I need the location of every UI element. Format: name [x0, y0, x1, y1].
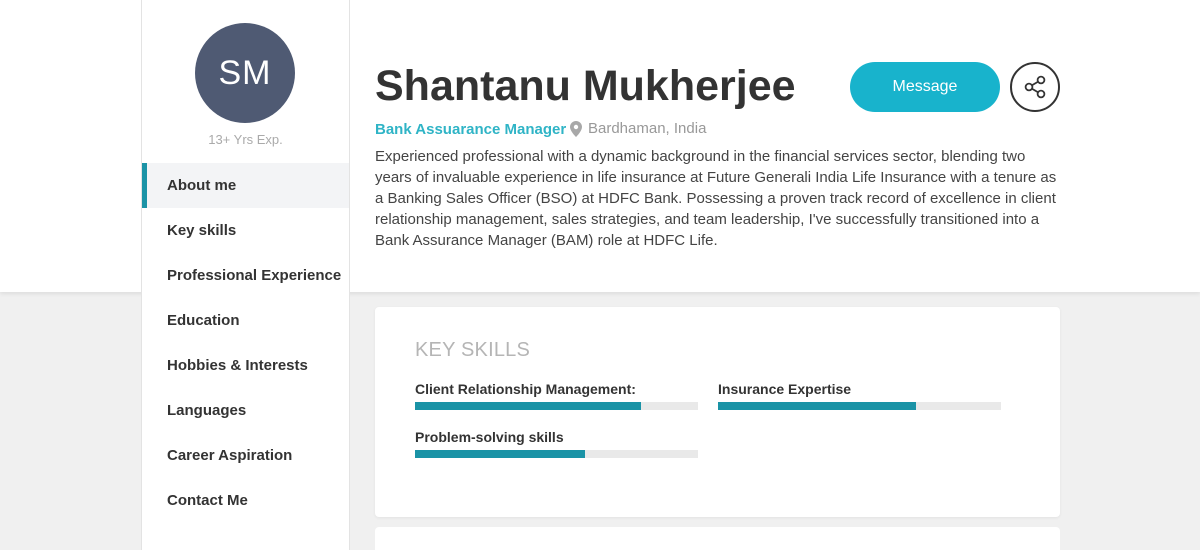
skill-name: Problem-solving skills: [415, 429, 564, 445]
map-pin-icon: [570, 120, 582, 137]
card-title: KEY SKILLS: [415, 339, 531, 361]
sidebar-item-languages[interactable]: Languages: [142, 388, 349, 433]
sidebar-item-hobbies-interests[interactable]: Hobbies & Interests: [142, 343, 349, 388]
skill-item: Client Relationship Management:: [415, 381, 698, 410]
sidebar-item-education[interactable]: Education: [142, 298, 349, 343]
skill-bar-track: [415, 450, 698, 458]
skill-bar-track: [415, 402, 698, 410]
share-button[interactable]: [1010, 62, 1060, 112]
profile-name: Shantanu Mukherjee: [375, 62, 796, 110]
skill-item: Insurance Expertise: [718, 381, 1001, 410]
experience-label: 13+ Yrs Exp.: [208, 132, 283, 147]
next-section-card: [375, 527, 1060, 550]
location: Bardhaman, India: [570, 120, 706, 137]
sidebar-item-about-me[interactable]: About me: [142, 163, 349, 208]
sidebar-nav: About me Key skills Professional Experie…: [142, 163, 349, 523]
sidebar-item-career-aspiration[interactable]: Career Aspiration: [142, 433, 349, 478]
share-icon: [1024, 75, 1046, 99]
sidebar-item-contact-me[interactable]: Contact Me: [142, 478, 349, 523]
skill-bar-fill: [415, 402, 642, 410]
key-skills-card: KEY SKILLS Client Relationship Managemen…: [375, 307, 1060, 517]
sidebar: SM 13+ Yrs Exp. About me Key skills Prof…: [141, 0, 350, 550]
sidebar-item-key-skills[interactable]: Key skills: [142, 208, 349, 253]
job-title: Bank Assuarance Manager: [375, 121, 567, 138]
skill-bar-fill: [415, 450, 585, 458]
profile-bio: Experienced professional with a dynamic …: [375, 148, 1057, 249]
skill-bar-fill: [718, 402, 917, 410]
skill-bar-track: [718, 402, 1001, 410]
location-text: Bardhaman, India: [588, 120, 707, 137]
skill-name: Insurance Expertise: [718, 381, 852, 397]
skill-name: Client Relationship Management:: [415, 381, 636, 397]
sidebar-item-professional-experience[interactable]: Professional Experience: [142, 253, 349, 298]
avatar: SM: [195, 23, 295, 123]
message-button[interactable]: Message: [850, 62, 1000, 112]
skill-item: Problem-solving skills: [415, 429, 698, 458]
